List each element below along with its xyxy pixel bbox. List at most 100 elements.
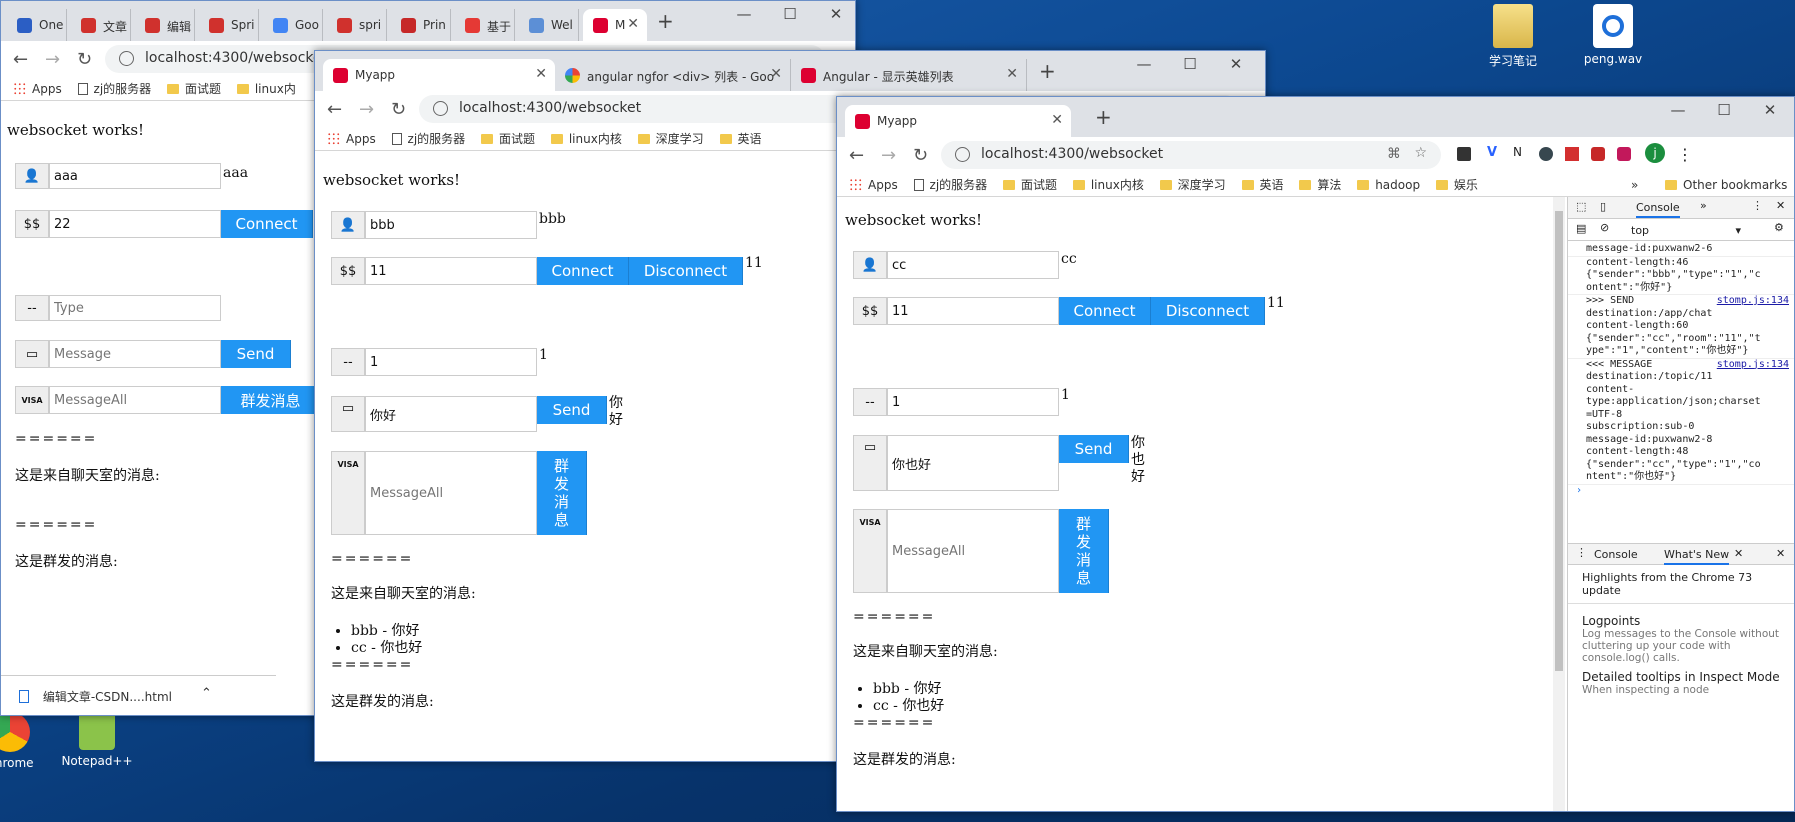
message-input[interactable] (49, 340, 221, 368)
close-tab-icon[interactable]: ✕ (535, 66, 547, 82)
bookmark-linux[interactable]: linux内 (236, 77, 296, 100)
close-tab-icon[interactable]: ✕ (1006, 66, 1018, 82)
send-button[interactable]: Send (221, 340, 291, 368)
kebab-menu-icon[interactable]: ⋮ (1752, 199, 1763, 212)
tab-4[interactable]: Spri (199, 9, 259, 41)
tab-2[interactable]: 文章 (71, 9, 131, 41)
kebab-menu-icon[interactable]: ⋮ (1576, 546, 1587, 559)
maximize-icon[interactable]: ☐ (1701, 101, 1747, 119)
bookmark-apps[interactable]: Apps (327, 127, 376, 150)
tab-myapp[interactable]: Myapp ✕ (323, 59, 555, 91)
forward-icon[interactable]: → (45, 49, 60, 70)
avatar[interactable]: j (1645, 143, 1665, 163)
type-input[interactable] (49, 295, 221, 321)
extension-icon[interactable] (1457, 147, 1471, 161)
tab-9[interactable]: Wel (519, 9, 579, 41)
message-input[interactable] (365, 396, 537, 432)
bookmark-hadoop[interactable]: hadoop (1357, 173, 1420, 196)
drawer-tab-console[interactable]: Console (1594, 548, 1638, 561)
n-extension-icon[interactable]: N (1513, 145, 1522, 159)
close-drawer-icon[interactable]: ✕ (1776, 547, 1785, 560)
back-icon[interactable]: ← (327, 99, 342, 120)
disconnect-button[interactable]: Disconnect (629, 257, 743, 285)
tab-console[interactable]: Console (1636, 201, 1680, 218)
new-tab-icon[interactable]: + (1095, 105, 1112, 129)
bookmark-linux[interactable]: linux内核 (1072, 173, 1144, 196)
close-tab-icon[interactable]: ✕ (770, 66, 782, 82)
back-icon[interactable]: ← (13, 49, 28, 70)
address-bar[interactable]: localhost:4300/websocket ⌘ ☆ (941, 141, 1441, 169)
maximize-icon[interactable]: ☐ (1167, 55, 1213, 73)
tab-8[interactable]: 基于 (455, 9, 515, 41)
close-window-icon[interactable]: ✕ (813, 5, 855, 23)
minimize-icon[interactable]: — (1121, 55, 1167, 73)
kebab-menu-icon[interactable]: ⋮ (1677, 145, 1693, 164)
source-link[interactable]: stomp.js:134 (1717, 295, 1789, 308)
room-input[interactable] (365, 257, 537, 285)
desktop-icon-notepadpp[interactable]: Notepad++ (57, 708, 137, 768)
maximize-icon[interactable]: ☐ (767, 5, 813, 23)
back-icon[interactable]: ← (849, 145, 864, 166)
reload-icon[interactable]: ↻ (913, 145, 928, 166)
bookmark-interview[interactable]: 面试题 (481, 127, 535, 150)
bookmark-server[interactable]: zj的服务器 (913, 173, 987, 196)
close-icon[interactable]: ✕ (1776, 199, 1785, 212)
bookmark-apps[interactable]: Apps (13, 77, 62, 100)
drawer-tab-whatsnew[interactable]: What's New (1664, 548, 1730, 565)
bookmark-deeplearning[interactable]: 深度学习 (637, 127, 704, 150)
sidebar-toggle-icon[interactable]: ▤ (1576, 222, 1586, 235)
send-button[interactable]: Send (537, 396, 607, 424)
chevron-right-icon[interactable]: » (1631, 173, 1638, 196)
broadcast-button[interactable]: 群发消息 (1059, 509, 1109, 593)
broadcast-button[interactable]: 群发消息 (221, 386, 321, 414)
tab-7[interactable]: Prin (391, 9, 451, 41)
type-input[interactable] (887, 388, 1059, 416)
message-input[interactable] (887, 435, 1059, 491)
tab-myapp[interactable]: Myapp ✕ (845, 105, 1071, 137)
disconnect-button[interactable]: Disconnect (1151, 297, 1265, 325)
connect-button[interactable]: Connect (537, 257, 629, 285)
close-tab-icon[interactable]: ✕ (627, 16, 639, 32)
extension-icon[interactable] (1591, 147, 1605, 161)
forward-icon[interactable]: → (881, 145, 896, 166)
tab-1[interactable]: One (7, 9, 67, 41)
bookmark-apps[interactable]: Apps (849, 173, 898, 196)
bookmark-deeplearning[interactable]: 深度学习 (1159, 173, 1226, 196)
room-input[interactable] (887, 297, 1059, 325)
send-button[interactable]: Send (1059, 435, 1129, 463)
more-tabs-icon[interactable]: » (1700, 199, 1707, 212)
bookmark-linux[interactable]: linux内核 (550, 127, 622, 150)
star-icon[interactable]: ☆ (1414, 145, 1427, 161)
bookmark-other[interactable]: Other bookmarks (1665, 173, 1787, 196)
bookmark-english[interactable]: 英语 (1241, 173, 1284, 196)
name-input[interactable] (49, 163, 221, 189)
close-window-icon[interactable]: ✕ (1213, 55, 1259, 73)
pdf-extension-icon[interactable] (1565, 147, 1579, 161)
context-select[interactable]: top ▾ (1630, 223, 1742, 238)
connect-button[interactable]: Connect (1059, 297, 1151, 325)
tab-5[interactable]: Goo (263, 9, 323, 41)
bookmark-fun[interactable]: 娱乐 (1435, 173, 1478, 196)
vuejs-extension-icon[interactable]: V (1487, 145, 1497, 160)
messageall-input[interactable] (365, 451, 537, 535)
extension-icon[interactable] (1539, 147, 1553, 161)
new-tab-icon[interactable]: + (1039, 59, 1056, 83)
close-window-icon[interactable]: ✕ (1747, 101, 1793, 119)
tab-6[interactable]: spri (327, 9, 387, 41)
forward-icon[interactable]: → (359, 99, 374, 120)
gear-icon[interactable]: ⚙ (1774, 221, 1784, 234)
device-icon[interactable]: ▯ (1600, 200, 1606, 213)
reload-icon[interactable]: ↻ (77, 49, 92, 70)
connect-button[interactable]: Connect (221, 210, 313, 238)
scrollbar[interactable] (1553, 197, 1565, 811)
reload-icon[interactable]: ↻ (391, 99, 406, 120)
console-prompt[interactable]: › (1568, 485, 1794, 496)
bookmark-interview[interactable]: 面试题 (167, 77, 221, 100)
chevron-up-icon[interactable]: ⌃ (201, 686, 212, 701)
inspect-icon[interactable]: ⬚ (1576, 200, 1586, 213)
translate-icon[interactable]: ⌘ (1387, 146, 1401, 162)
close-tab-icon[interactable]: ✕ (1051, 112, 1063, 128)
tab-angular-heroes[interactable]: Angular - 显示英雄列表 ✕ (791, 59, 1027, 91)
type-input[interactable] (365, 348, 537, 376)
bookmark-server[interactable]: zj的服务器 (391, 127, 465, 150)
